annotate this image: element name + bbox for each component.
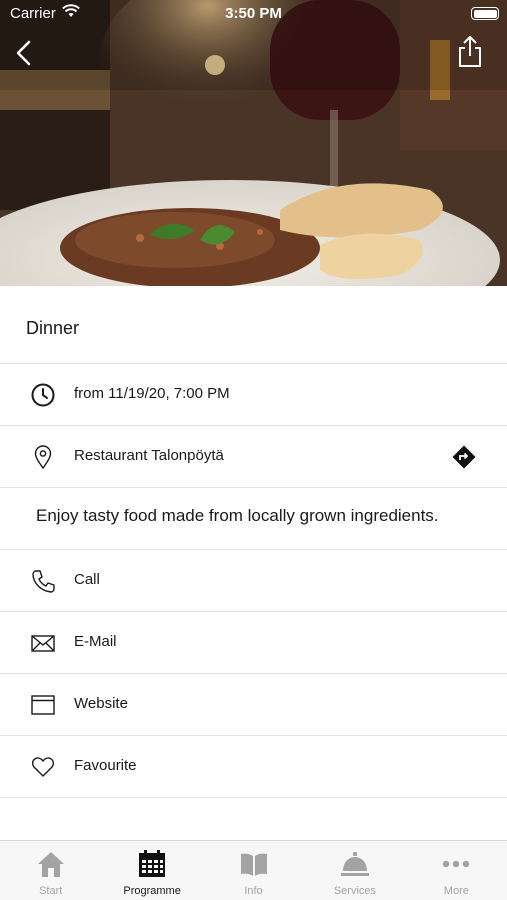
favourite-label: Favourite: [74, 757, 137, 774]
food-photo: [0, 0, 507, 286]
datetime-row: from 11/19/20, 7:00 PM: [0, 364, 507, 426]
battery-icon: [471, 7, 499, 20]
share-icon: [459, 36, 481, 67]
email-label: E-Mail: [74, 633, 117, 650]
status-bar: Carrier 3:50 PM: [0, 0, 507, 28]
back-button[interactable]: [10, 36, 40, 70]
tab-services[interactable]: Services: [304, 841, 405, 900]
email-row[interactable]: E-Mail: [0, 612, 507, 674]
envelope-icon: [31, 635, 55, 652]
event-title: Dinner: [26, 318, 80, 338]
location-pin-icon: [34, 445, 52, 470]
event-datetime: from 11/19/20, 7:00 PM: [74, 385, 230, 402]
event-description: Enjoy tasty food made from locally grown…: [36, 506, 439, 525]
calendar-icon: [139, 850, 166, 877]
description-row: Enjoy tasty food made from locally grown…: [0, 488, 507, 550]
tab-label-more: More: [443, 885, 469, 897]
tab-label-programme: Programme: [123, 885, 181, 897]
heart-icon: [31, 757, 55, 777]
event-location: Restaurant Talonpöytä: [74, 447, 224, 464]
phone-icon: [32, 570, 55, 593]
browser-window-icon: [31, 695, 55, 715]
home-icon: [37, 852, 64, 877]
directions-icon[interactable]: [451, 444, 477, 470]
website-row[interactable]: Website: [0, 674, 507, 736]
tab-label-info: Info: [244, 885, 263, 897]
tab-start[interactable]: Start: [0, 841, 101, 900]
book-icon: [240, 853, 267, 876]
favourite-row[interactable]: Favourite: [0, 736, 507, 798]
call-label: Call: [74, 571, 100, 588]
call-row[interactable]: Call: [0, 550, 507, 612]
website-label: Website: [74, 695, 128, 712]
hero-image: [0, 0, 507, 286]
status-time: 3:50 PM: [225, 5, 282, 22]
tab-bar: Start Programme Info Services More: [0, 840, 507, 900]
chevron-left-icon: [16, 40, 31, 66]
location-row[interactable]: Restaurant Talonpöytä: [0, 426, 507, 488]
clock-icon: [31, 383, 55, 407]
service-bell-icon: [340, 852, 369, 876]
tab-label-services: Services: [333, 885, 377, 897]
tab-label-start: Start: [39, 885, 63, 897]
more-dots-icon: [443, 860, 470, 868]
tab-programme[interactable]: Programme: [101, 841, 202, 900]
share-button[interactable]: [455, 34, 485, 70]
tab-more[interactable]: More: [406, 841, 507, 900]
tab-info[interactable]: Info: [203, 841, 304, 900]
event-title-row: Dinner: [0, 286, 507, 364]
